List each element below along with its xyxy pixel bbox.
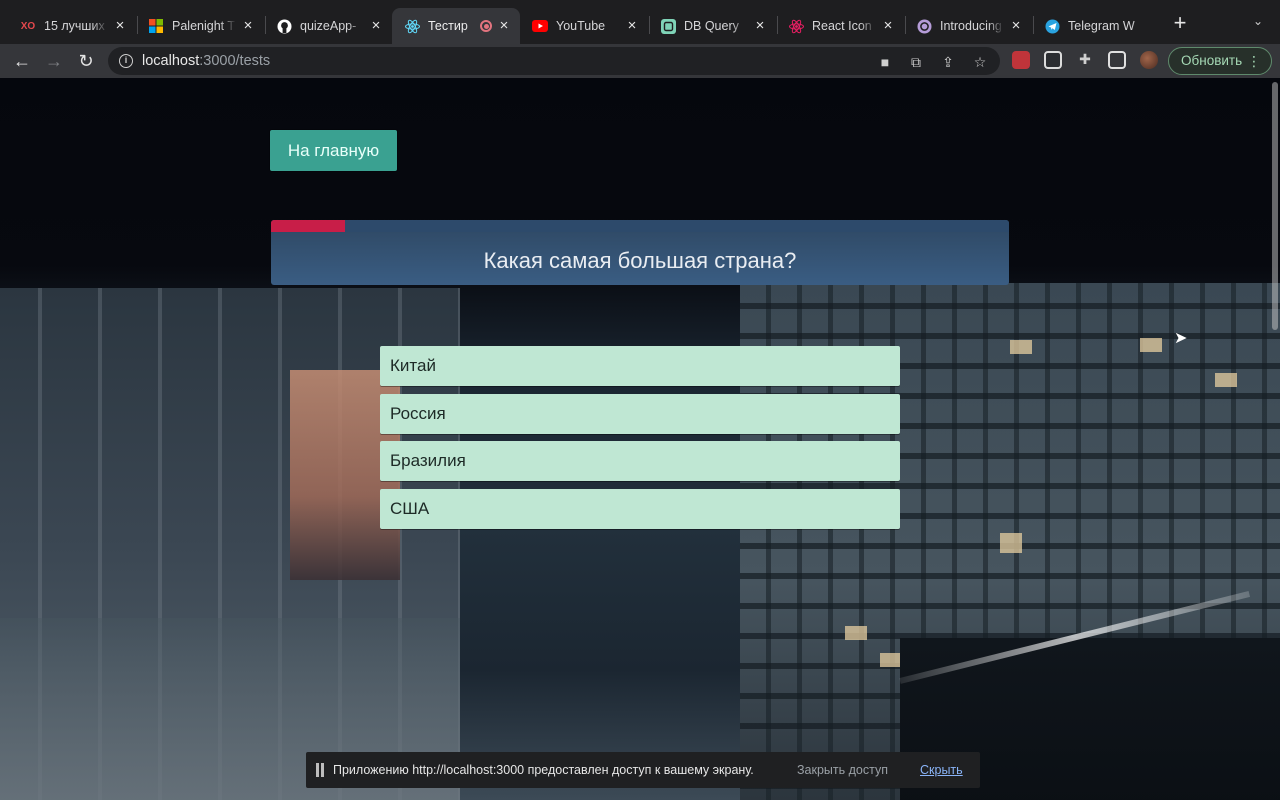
- camera-icon[interactable]: ■: [876, 53, 894, 71]
- close-icon[interactable]: ×: [496, 18, 512, 34]
- telegram-icon: [1044, 18, 1060, 34]
- react-icons-icon: [788, 18, 804, 34]
- bookmark-star-icon[interactable]: ☆: [971, 53, 989, 71]
- background-window: [880, 653, 902, 667]
- close-icon[interactable]: ×: [368, 18, 384, 34]
- extension-cube-icon[interactable]: [1044, 51, 1062, 69]
- answer-option[interactable]: Китай: [380, 346, 900, 386]
- close-icon[interactable]: ×: [1008, 18, 1024, 34]
- extensions-puzzle-icon[interactable]: ✚: [1076, 50, 1094, 68]
- answer-list: Китай Россия Бразилия США: [380, 346, 900, 536]
- avatar[interactable]: [1140, 51, 1158, 69]
- youtube-icon: [532, 18, 548, 34]
- tab-title: quizeApp-: [300, 19, 357, 33]
- answer-option[interactable]: Россия: [380, 393, 900, 434]
- close-icon[interactable]: ×: [112, 18, 128, 34]
- quiz-header: Какая самая большая страна?: [271, 220, 1009, 285]
- background-window: [1140, 338, 1162, 352]
- update-browser-button[interactable]: Обновить ⋮: [1168, 47, 1272, 75]
- translate-icon[interactable]: ⧉: [907, 53, 925, 71]
- extension-red-icon[interactable]: [1012, 51, 1030, 69]
- microsoft-icon: [148, 18, 164, 34]
- github-icon: [276, 18, 292, 34]
- tab-title: Тестир: [428, 19, 468, 33]
- tab-title: DB Query: [684, 19, 739, 33]
- progress-fill: [271, 220, 345, 232]
- background-window: [845, 626, 867, 640]
- react-icon: [404, 18, 420, 34]
- url-host: localhost: [142, 53, 200, 69]
- mouse-cursor-icon: ➤: [1174, 330, 1188, 347]
- update-label: Обновить: [1181, 53, 1243, 68]
- background-window: [1010, 340, 1032, 354]
- page-viewport: На главную Какая самая большая страна? К…: [0, 78, 1280, 800]
- progress-bar: [271, 220, 1009, 232]
- tab-8[interactable]: Introducing ×: [904, 8, 1032, 44]
- question-title: Какая самая большая страна?: [483, 248, 797, 273]
- tab-1[interactable]: XO 15 лучших ×: [8, 8, 136, 44]
- close-icon[interactable]: ×: [752, 18, 768, 34]
- tab-7[interactable]: React Icon ×: [776, 8, 904, 44]
- recording-icon: [480, 20, 492, 32]
- share-message: Приложению http://localhost:3000 предост…: [333, 763, 754, 777]
- db-icon: [660, 18, 676, 34]
- tab-title: 15 лучших: [44, 19, 105, 33]
- more-vert-icon[interactable]: ⋮: [1247, 48, 1261, 74]
- forward-arrow-icon[interactable]: →: [42, 49, 66, 73]
- background-window: [1000, 533, 1022, 553]
- tab-title: YouTube: [556, 19, 606, 33]
- tab-3[interactable]: quizeApp- ×: [264, 8, 392, 44]
- answer-option[interactable]: США: [380, 488, 900, 529]
- answer-option[interactable]: Бразилия: [380, 441, 900, 481]
- scrollbar[interactable]: [1272, 82, 1278, 330]
- close-icon[interactable]: ×: [880, 18, 896, 34]
- screen-share-bar: Приложению http://localhost:3000 предост…: [306, 752, 980, 788]
- tab-5[interactable]: YouTube ×: [520, 8, 648, 44]
- close-icon[interactable]: ×: [240, 18, 256, 34]
- tab-search-chevron-icon[interactable]: ⌄: [1248, 14, 1268, 34]
- address-bar[interactable]: i localhost:3000/tests ■ ⧉ ⇪ ☆: [108, 47, 1000, 75]
- openai-icon: [916, 18, 932, 34]
- share-icon[interactable]: ⇪: [939, 53, 957, 71]
- reload-icon[interactable]: ↻: [74, 49, 98, 73]
- site-info-icon[interactable]: i: [119, 54, 133, 68]
- pause-icon: [316, 763, 324, 777]
- background-window: [1215, 373, 1237, 387]
- tab-title: Palenight T: [172, 19, 236, 33]
- back-arrow-icon[interactable]: ←: [10, 49, 34, 73]
- hide-button[interactable]: Скрыть: [920, 763, 963, 777]
- side-panel-icon[interactable]: [1108, 51, 1126, 69]
- stop-sharing-button[interactable]: Закрыть доступ: [797, 763, 888, 777]
- new-tab-button[interactable]: +: [1168, 12, 1192, 36]
- tab-title: Introducing: [940, 19, 1002, 33]
- xo-icon: XO: [20, 20, 36, 32]
- tab-strip: XO 15 лучших × Palenight T × quizeApp- ×…: [0, 0, 1280, 44]
- close-icon[interactable]: ×: [624, 18, 640, 34]
- tab-title: React Icon: [812, 19, 872, 33]
- url-path: :3000/tests: [199, 53, 271, 69]
- tab-2[interactable]: Palenight T ×: [136, 8, 264, 44]
- home-button[interactable]: На главную: [270, 130, 397, 171]
- tab-6[interactable]: DB Query ×: [648, 8, 776, 44]
- tab-title: Telegram W: [1068, 19, 1135, 33]
- tab-active[interactable]: Тестир ×: [392, 8, 520, 44]
- tab-9[interactable]: Telegram W: [1032, 8, 1160, 44]
- url-text: localhost:3000/tests: [142, 53, 270, 69]
- browser-toolbar: ← → ↻ i localhost:3000/tests ■ ⧉ ⇪ ☆ ✚ О…: [0, 44, 1280, 78]
